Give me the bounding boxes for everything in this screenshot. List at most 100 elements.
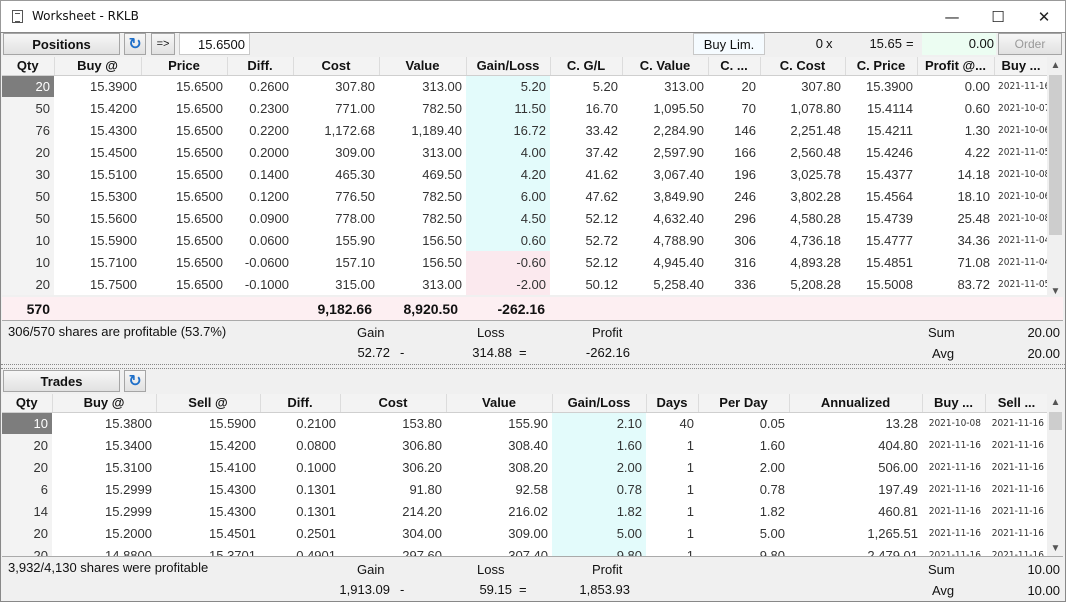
table-row[interactable]: 50 15.5300 15.6500 0.1200 776.50 782.50 6.00 47… [2, 185, 1048, 207]
column-header[interactable]: Value [446, 394, 553, 413]
table-cell: 15.4200 [90, 100, 137, 116]
column-header[interactable]: Cost [293, 57, 380, 76]
table-cell: 313.00 [422, 144, 462, 160]
table-cell: 15.2999 [105, 503, 152, 519]
positions-summary: 306/570 shares are profitable (53.7%) Ga… [2, 320, 1063, 363]
table-cell: 313.00 [664, 78, 704, 94]
refresh-trades-icon[interactable]: ↻ [124, 370, 146, 392]
table-cell: 15.5900 [90, 232, 137, 248]
table-cell: 308.40 [508, 437, 548, 453]
column-header[interactable]: Diff. [227, 57, 294, 76]
table-cell: 52.72 [585, 232, 618, 248]
table-row[interactable]: 50 15.4200 15.6500 0.2300 771.00 782.50 11.50 1… [2, 97, 1048, 119]
table-cell: 155.90 [508, 415, 548, 431]
order-qty-field[interactable]: 0 [767, 36, 823, 51]
table-cell: 15.5008 [866, 276, 913, 292]
column-header[interactable]: Days [646, 394, 699, 413]
table-cell: 15.2000 [105, 525, 152, 541]
column-header[interactable]: C. G/L [550, 57, 623, 76]
table-cell: 216.02 [508, 503, 548, 519]
price-input[interactable]: 15.6500 [179, 33, 250, 55]
order-price-field[interactable]: 15.65 [842, 36, 902, 51]
table-cell: 3,802.28 [790, 188, 841, 204]
table-row[interactable]: 20 15.2000 15.4501 0.2501 304.00 309.00 5.00 1 5… [2, 522, 1048, 544]
table-row[interactable]: 10 15.7100 15.6500 -0.0600 157.10 156.50 -0.60… [2, 251, 1048, 273]
table-row[interactable]: 14 15.2999 15.4300 0.1301 214.20 216.02 1.82 1 1… [2, 500, 1048, 522]
column-header[interactable]: Qty [2, 57, 55, 76]
table-cell: 14 [2, 500, 52, 522]
table-cell: 2,251.48 [790, 122, 841, 138]
table-row[interactable]: 20 15.3100 15.4100 0.1000 306.20 308.20 2.00 1 2… [2, 456, 1048, 478]
table-row[interactable]: 50 15.5600 15.6500 0.0900 778.00 782.50 4.50 52… [2, 207, 1048, 229]
table-row[interactable]: 10 15.5900 15.6500 0.0600 155.90 156.50 0.60 52… [2, 229, 1048, 251]
column-header[interactable]: Sell ... [985, 394, 1049, 413]
table-row[interactable]: 76 15.4300 15.6500 0.2200 1,172.68 1,189.40 16… [2, 119, 1048, 141]
column-header[interactable]: Annualized [789, 394, 923, 413]
table-row[interactable]: 30 15.5100 15.6500 0.1400 465.30 469.50 4.20 41… [2, 163, 1048, 185]
minus-sign: - [400, 582, 405, 597]
table-cell: 0.00 [964, 78, 990, 94]
gain-value: 52.72 [357, 345, 390, 360]
loss-label: Loss [477, 562, 505, 577]
column-header[interactable]: Buy @ [52, 394, 157, 413]
table-row[interactable]: 20 15.7500 15.6500 -0.1000 315.00 313.00 -2.00… [2, 273, 1048, 295]
column-header[interactable]: C. Value [622, 57, 709, 76]
section-splitter[interactable] [1, 364, 1065, 369]
scroll-thumb[interactable] [1049, 75, 1062, 235]
column-header[interactable]: C. Price [845, 57, 918, 76]
apply-price-button[interactable]: => [151, 33, 175, 55]
scroll-up-icon[interactable]: ▲ [1047, 57, 1064, 73]
table-cell: 0.0900 [249, 210, 289, 226]
positions-button[interactable]: Positions [3, 33, 120, 55]
column-header[interactable]: Gain/Loss [552, 394, 647, 413]
table-cell: 50.12 [585, 276, 618, 292]
trades-button[interactable]: Trades [3, 370, 120, 392]
table-row[interactable]: 6 15.2999 15.4300 0.1301 91.80 92.58 0.78 1 0.78… [2, 478, 1048, 500]
table-cell: 15.4300 [209, 503, 256, 519]
order-button[interactable]: Order [998, 33, 1062, 55]
column-header[interactable]: Buy ... [922, 394, 986, 413]
column-header[interactable]: Diff. [260, 394, 341, 413]
table-cell: 20 [2, 141, 54, 163]
table-cell: -0.0600 [244, 254, 289, 270]
column-header[interactable]: Gain/Loss [466, 57, 551, 76]
scroll-up-icon[interactable]: ▲ [1047, 394, 1064, 410]
minus-sign: - [400, 345, 405, 360]
column-header[interactable]: Value [379, 57, 467, 76]
maximize-button[interactable]: ☐ [975, 1, 1021, 32]
table-cell: 2021-11-05 [998, 278, 1048, 290]
table-cell: 2.00 [759, 459, 785, 475]
table-cell: 1,189.40 [411, 122, 462, 138]
column-header[interactable]: Buy ... [994, 57, 1049, 76]
table-row[interactable]: 20 15.3900 15.6500 0.2600 307.80 313.00 5.20 5.… [2, 75, 1048, 97]
table-row[interactable]: 20 15.3400 15.4200 0.0800 306.80 308.40 1.60 1 1… [2, 434, 1048, 456]
column-header[interactable]: Profit @... [917, 57, 995, 76]
positions-table: Qty Buy @ Price Diff. Cost Value Gain/Loss C. G… [2, 57, 1049, 295]
column-header[interactable]: C. Cost [760, 57, 846, 76]
column-header[interactable]: Price [141, 57, 228, 76]
equals-sign: = [519, 582, 527, 597]
buy-limit-button[interactable]: Buy Lim. [693, 33, 765, 55]
scroll-down-icon[interactable]: ▼ [1047, 540, 1064, 556]
scroll-thumb[interactable] [1049, 412, 1062, 430]
minimize-button[interactable]: — [929, 1, 975, 32]
column-header[interactable]: Cost [340, 394, 447, 413]
gain-value: 1,913.09 [339, 582, 390, 597]
table-cell: 0.1301 [296, 503, 336, 519]
table-row[interactable]: 20 15.4500 15.6500 0.2000 309.00 313.00 4.00 37… [2, 141, 1048, 163]
column-header[interactable]: Per Day [698, 394, 790, 413]
column-header[interactable]: Sell @ [156, 394, 261, 413]
column-header[interactable]: Buy @ [54, 57, 142, 76]
close-button[interactable]: ✕ [1021, 1, 1066, 32]
table-cell: 15.6500 [176, 144, 223, 160]
trades-scrollbar[interactable]: ▲ ▼ [1047, 394, 1064, 556]
table-row[interactable]: 10 15.3800 15.5900 0.2100 153.80 155.90 2.10 40… [2, 412, 1048, 434]
table-cell: 197.49 [878, 481, 918, 497]
table-cell: 52.12 [585, 210, 618, 226]
table-cell: 2021-11-16 [998, 80, 1048, 92]
refresh-positions-icon[interactable]: ↻ [124, 33, 146, 55]
column-header[interactable]: Qty [2, 394, 53, 413]
column-header[interactable]: C. ... [708, 57, 761, 76]
positions-scrollbar[interactable]: ▲ ▼ [1047, 57, 1064, 299]
table-cell: 1 [686, 459, 694, 475]
